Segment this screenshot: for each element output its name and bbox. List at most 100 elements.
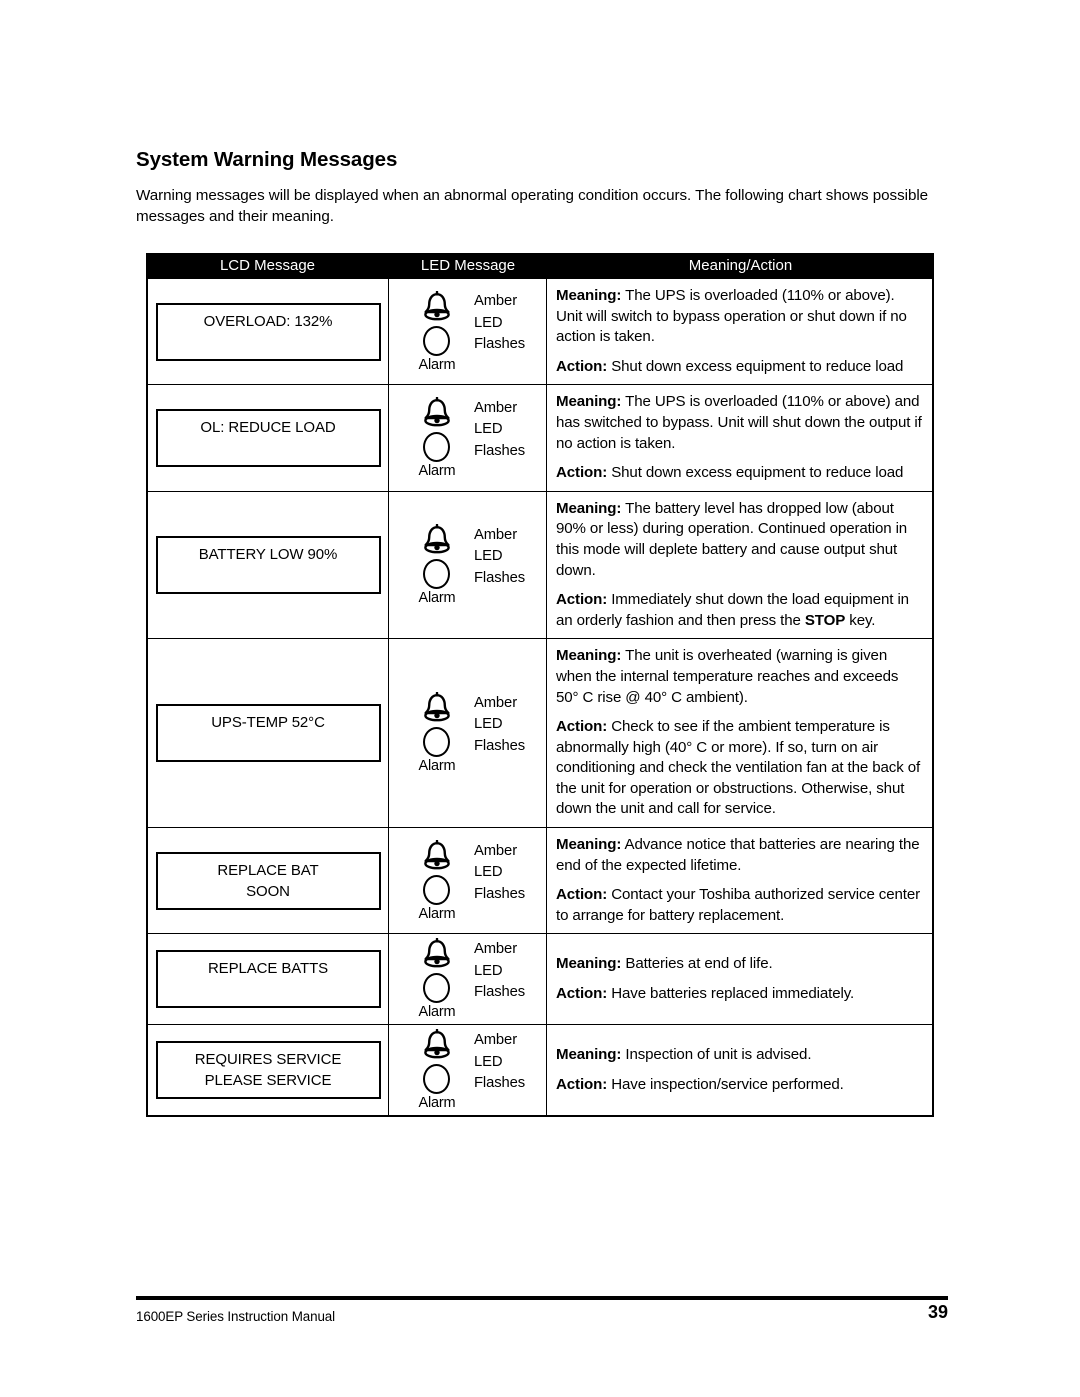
cell-lcd-message: REPLACE BAT SOON: [148, 828, 389, 934]
led-status-line: LED: [473, 1053, 503, 1070]
action-label: Action:: [556, 1075, 608, 1093]
lcd-line-1: OVERLOAD: 132%: [203, 312, 333, 330]
cell-led-message: Alarm Amber LED Flashes: [389, 934, 547, 1025]
cell-led-message: Alarm Amber LED Flashes: [389, 828, 547, 934]
led-status-line: Amber: [473, 526, 518, 543]
bell-icon-svg: [424, 524, 450, 554]
cell-led-message: Alarm Amber LED Flashes: [389, 385, 547, 491]
alarm-label: Alarm: [418, 590, 456, 607]
led-status-text: Amber LED Flashes: [474, 693, 525, 774]
lcd-line-1: REPLACE BAT: [217, 861, 319, 879]
cell-lcd-message: REQUIRES SERVICE PLEASE SERVICE: [148, 1025, 389, 1116]
led-circle-icon: [423, 1064, 451, 1095]
action-text: Contact your Toshiba authorized service …: [556, 886, 921, 924]
column-header-lcd-message: LCD Message: [219, 257, 316, 274]
led-status-text: Amber LED Flashes: [474, 291, 525, 372]
cell-lcd-message: BATTERY LOW 90%: [148, 491, 389, 639]
bell-icon-svg: [424, 692, 450, 722]
document-page: System Warning Messages Warning messages…: [0, 0, 1080, 1397]
meaning-paragraph: Meaning: Batteries at end of life.: [556, 954, 924, 975]
led-status-line: Amber: [473, 694, 518, 711]
lcd-line-blank: [158, 332, 379, 353]
action-paragraph: Action: Immediately shut down the load e…: [556, 590, 924, 631]
action-label: Action:: [556, 464, 608, 482]
table-row: OL: REDUCE LOAD Alarm Amber LED Flashes Meani…: [148, 385, 932, 492]
meaning-label: Meaning:: [556, 393, 622, 411]
meaning-label: Meaning:: [556, 647, 622, 665]
bell-icon-svg: [424, 938, 450, 968]
meaning-label: Meaning:: [556, 1046, 622, 1064]
alarm-label: Alarm: [418, 356, 456, 373]
lcd-line-1: UPS-TEMP 52°C: [211, 714, 325, 732]
led-status-line: Flashes: [473, 569, 526, 586]
action-paragraph: Action: Shut down excess equipment to re…: [556, 463, 924, 484]
action-paragraph: Action: Check to see if the ambient temp…: [556, 717, 924, 820]
table-row: BATTERY LOW 90% Alarm Amber LED Flashes Meani…: [148, 491, 932, 640]
led-status-line: LED: [473, 314, 503, 331]
bell-icon: [420, 938, 454, 970]
led-status-line: LED: [473, 962, 503, 979]
action-paragraph: Action: Contact your Toshiba authorized …: [556, 885, 924, 926]
action-text: Check to see if the ambient temperature …: [556, 718, 921, 818]
lcd-line-1: OL: REDUCE LOAD: [200, 419, 336, 437]
cell-meaning-action: Meaning: The UPS is overloaded (110% or …: [547, 385, 932, 490]
led-circle-icon: [423, 727, 451, 758]
meaning-paragraph: Meaning: Advance notice that batteries a…: [556, 835, 924, 876]
meaning-paragraph: Meaning: The battery level has dropped l…: [556, 499, 924, 581]
cell-lcd-message: REPLACE BATTS: [148, 934, 389, 1025]
led-status-line: Amber: [473, 399, 518, 416]
cell-meaning-action: Meaning: The unit is overheated (warning…: [547, 639, 932, 827]
alarm-label: Alarm: [418, 758, 456, 775]
action-paragraph: Action: Shut down excess equipment to re…: [556, 357, 924, 378]
lcd-line-blank: [158, 733, 379, 754]
table-row: REQUIRES SERVICE PLEASE SERVICE Alarm Amber…: [148, 1025, 932, 1116]
cell-led-message: Alarm Amber LED Flashes: [389, 491, 547, 639]
table-row: REPLACE BATTS Alarm Amber LED Flashes Meaning…: [148, 934, 932, 1026]
led-circle-icon: [423, 559, 451, 590]
action-label: Action:: [556, 886, 608, 904]
led-status-line: Flashes: [473, 1075, 526, 1092]
led-status-line: Flashes: [473, 336, 526, 353]
lcd-line-1: REQUIRES SERVICE: [194, 1051, 342, 1069]
cell-lcd-message: OVERLOAD: 132%: [148, 279, 389, 385]
led-status-line: LED: [473, 716, 503, 733]
action-text: Shut down excess equipment to reduce loa…: [607, 357, 904, 375]
action-emphasis: STOP: [804, 611, 846, 629]
bell-icon: [420, 839, 454, 872]
led-status-line: Amber: [473, 1032, 518, 1049]
table-header-row: LCD Message LED Message Meaning/Action: [146, 253, 934, 279]
led-status-line: Flashes: [473, 885, 526, 902]
alarm-label: Alarm: [418, 905, 456, 922]
footer-divider: [136, 1296, 948, 1300]
lcd-display-box: REPLACE BAT SOON: [155, 851, 381, 910]
bell-icon: [420, 397, 454, 429]
led-status-line: Amber: [473, 941, 518, 958]
led-status-text: Amber LED Flashes: [474, 1030, 525, 1111]
led-status-line: Flashes: [473, 442, 526, 459]
action-text: Shut down excess equipment to reduce loa…: [607, 464, 904, 482]
led-status-line: LED: [473, 548, 503, 565]
cell-meaning-action: Meaning: Advance notice that batteries a…: [547, 828, 932, 933]
cell-led-message: Alarm Amber LED Flashes: [389, 1025, 547, 1116]
lcd-line-2: PLEASE SERVICE: [204, 1072, 332, 1090]
meaning-paragraph: Meaning: The unit is overheated (warning…: [556, 646, 924, 708]
column-header-led-message: LED Message: [420, 257, 516, 274]
bell-icon: [420, 692, 454, 724]
bell-icon-svg: [424, 290, 450, 321]
meaning-label: Meaning:: [556, 836, 622, 854]
action-label: Action:: [556, 718, 608, 736]
bell-icon: [420, 524, 454, 556]
lcd-line-blank: [158, 438, 379, 459]
bell-icon: [420, 290, 454, 323]
meaning-paragraph: Meaning: The UPS is overloaded (110% or …: [556, 392, 924, 454]
table-row: UPS-TEMP 52°C Alarm Amber LED Flashes Meaning…: [148, 639, 932, 829]
led-status-line: Amber: [473, 842, 518, 859]
lcd-display-box: REPLACE BATTS: [155, 950, 381, 1009]
led-circle-icon: [423, 325, 451, 356]
meaning-label: Meaning:: [556, 499, 622, 517]
action-text-tail: key.: [845, 611, 876, 629]
table-body: OVERLOAD: 132% Alarm Amber LED Flashes Meanin…: [146, 279, 934, 1118]
action-text: Have inspection/service performed.: [607, 1075, 844, 1093]
action-label: Action:: [556, 591, 608, 609]
meaning-label: Meaning:: [556, 955, 622, 973]
